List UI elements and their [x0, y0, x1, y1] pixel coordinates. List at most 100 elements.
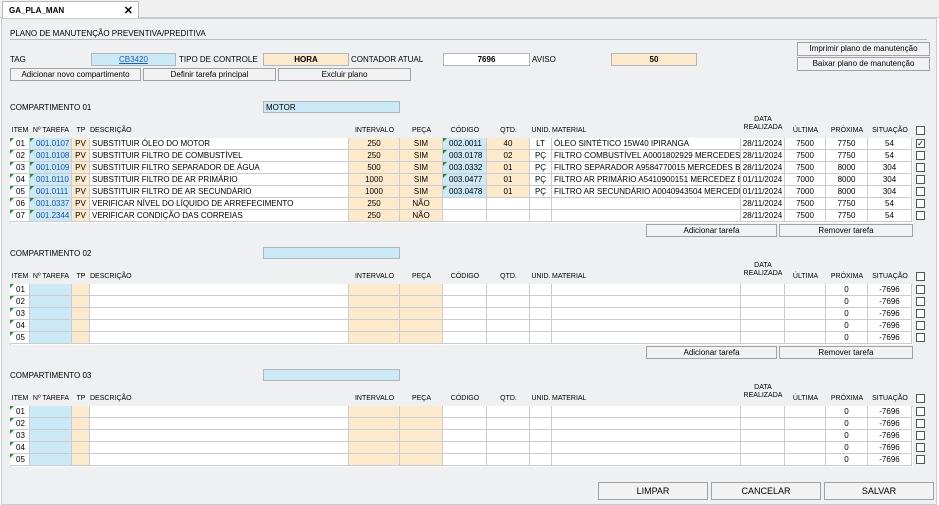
cell-codigo[interactable] — [443, 320, 487, 332]
cell-qtd[interactable] — [487, 418, 530, 430]
cell-tp[interactable] — [72, 284, 90, 296]
cell-descricao[interactable]: SUBSTITUIR ÓLEO DO MOTOR — [90, 138, 349, 150]
close-icon[interactable]: ✕ — [124, 4, 133, 17]
cell-descricao[interactable] — [90, 454, 349, 466]
cell-unid[interactable] — [530, 284, 552, 296]
cell-descricao[interactable] — [90, 296, 349, 308]
cell-proxima[interactable]: 0 — [826, 442, 868, 454]
cell-proxima[interactable]: 0 — [826, 430, 868, 442]
cell-proxima[interactable]: 7750 — [826, 138, 868, 150]
cell-codigo[interactable] — [443, 332, 487, 344]
cell-situacao[interactable]: -7696 — [868, 442, 912, 454]
cell-intervalo[interactable]: 250 — [349, 150, 400, 162]
cell-codigo[interactable]: 002.0011 — [443, 138, 487, 150]
cell-data[interactable] — [741, 296, 785, 308]
cell-intervalo[interactable] — [349, 284, 400, 296]
cell-data[interactable] — [741, 320, 785, 332]
cell-tarefa[interactable]: 001.0108 — [30, 150, 72, 162]
delete-plan-button[interactable]: Excluir plano — [278, 68, 411, 81]
cell-material[interactable]: ÓLEO SINTÉTICO 15W40 IPIRANGA — [552, 138, 741, 150]
cell-qtd[interactable] — [487, 454, 530, 466]
cell-data[interactable] — [741, 308, 785, 320]
cell-descricao[interactable]: VERIFICAR CONDIÇÃO DAS CORREIAS — [90, 210, 349, 222]
row-checkbox[interactable] — [916, 163, 925, 172]
cell-data[interactable]: 28/11/2024 — [741, 198, 785, 210]
cell-descricao[interactable] — [90, 430, 349, 442]
cell-tp[interactable]: PV — [72, 174, 90, 186]
cell-data[interactable]: 01/11/2024 — [741, 186, 785, 198]
cell-qtd[interactable] — [487, 320, 530, 332]
cell-codigo[interactable] — [443, 406, 487, 418]
contador-field[interactable]: 7696 — [443, 53, 530, 66]
cell-data[interactable]: 28/11/2024 — [741, 210, 785, 222]
add-task-button[interactable]: Adicionar tarefa — [646, 224, 777, 237]
cell-codigo[interactable]: 003.0477 — [443, 174, 487, 186]
cell-codigo[interactable] — [443, 284, 487, 296]
cell-situacao[interactable]: -7696 — [868, 320, 912, 332]
cell-unid[interactable] — [530, 332, 552, 344]
cell-unid[interactable] — [530, 198, 552, 210]
cell-data[interactable] — [741, 430, 785, 442]
row-checkbox[interactable] — [916, 175, 925, 184]
cell-proxima[interactable]: 0 — [826, 284, 868, 296]
cell-ultima[interactable] — [785, 284, 826, 296]
cell-data[interactable] — [741, 454, 785, 466]
cell-data[interactable] — [741, 332, 785, 344]
cell-ultima[interactable] — [785, 320, 826, 332]
cell-qtd[interactable] — [487, 442, 530, 454]
row-checkbox[interactable] — [916, 321, 925, 330]
cell-ultima[interactable]: 7500 — [785, 198, 826, 210]
compartment-name-field[interactable]: MOTOR — [263, 101, 400, 113]
cell-intervalo[interactable]: 250 — [349, 198, 400, 210]
cell-qtd[interactable]: 02 — [487, 150, 530, 162]
cell-peca[interactable]: SIM — [400, 186, 443, 198]
cell-tp[interactable]: PV — [72, 138, 90, 150]
select-all-checkbox[interactable] — [916, 272, 925, 281]
cell-situacao[interactable]: -7696 — [868, 284, 912, 296]
cell-codigo[interactable] — [443, 454, 487, 466]
row-checkbox[interactable] — [916, 333, 925, 342]
cell-proxima[interactable]: 8000 — [826, 174, 868, 186]
cell-proxima[interactable]: 0 — [826, 332, 868, 344]
cell-descricao[interactable] — [90, 320, 349, 332]
cell-ultima[interactable]: 7000 — [785, 186, 826, 198]
cell-unid[interactable] — [530, 210, 552, 222]
row-checkbox[interactable] — [916, 431, 925, 440]
cell-intervalo[interactable] — [349, 308, 400, 320]
cell-peca[interactable]: SIM — [400, 174, 443, 186]
cell-proxima[interactable]: 7750 — [826, 198, 868, 210]
cell-situacao[interactable]: 304 — [868, 162, 912, 174]
cell-data[interactable]: 28/11/2024 — [741, 138, 785, 150]
cell-descricao[interactable]: SUBSTITUIR FILTRO DE COMBUSTÍVEL — [90, 150, 349, 162]
cell-situacao[interactable]: -7696 — [868, 296, 912, 308]
cell-ultima[interactable] — [785, 332, 826, 344]
cell-intervalo[interactable]: 500 — [349, 162, 400, 174]
cell-tarefa[interactable] — [30, 296, 72, 308]
cell-qtd[interactable] — [487, 406, 530, 418]
cell-tarefa[interactable] — [30, 406, 72, 418]
cell-ultima[interactable]: 7500 — [785, 138, 826, 150]
cell-tp[interactable] — [72, 320, 90, 332]
cell-proxima[interactable]: 0 — [826, 296, 868, 308]
cell-material[interactable] — [552, 296, 741, 308]
remove-task-button[interactable]: Remover tarefa — [779, 224, 913, 237]
cell-material[interactable]: FILTRO SEPARADOR A9584770015 MERCEDES BE… — [552, 162, 741, 174]
cell-situacao[interactable]: -7696 — [868, 430, 912, 442]
cell-descricao[interactable] — [90, 418, 349, 430]
cell-unid[interactable] — [530, 418, 552, 430]
tab-ga-pla-man[interactable]: GA_PLA_MAN ✕ — [2, 1, 139, 18]
cell-codigo[interactable] — [443, 198, 487, 210]
cell-situacao[interactable]: -7696 — [868, 418, 912, 430]
cell-descricao[interactable] — [90, 442, 349, 454]
cell-material[interactable] — [552, 430, 741, 442]
cell-tp[interactable] — [72, 296, 90, 308]
cell-material[interactable] — [552, 332, 741, 344]
cell-qtd[interactable]: 01 — [487, 174, 530, 186]
row-checkbox[interactable] — [916, 309, 925, 318]
cell-intervalo[interactable] — [349, 430, 400, 442]
cell-material[interactable] — [552, 308, 741, 320]
cell-codigo[interactable]: 003.0478 — [443, 186, 487, 198]
cell-situacao[interactable]: 54 — [868, 210, 912, 222]
cell-ultima[interactable] — [785, 296, 826, 308]
cell-proxima[interactable]: 0 — [826, 454, 868, 466]
